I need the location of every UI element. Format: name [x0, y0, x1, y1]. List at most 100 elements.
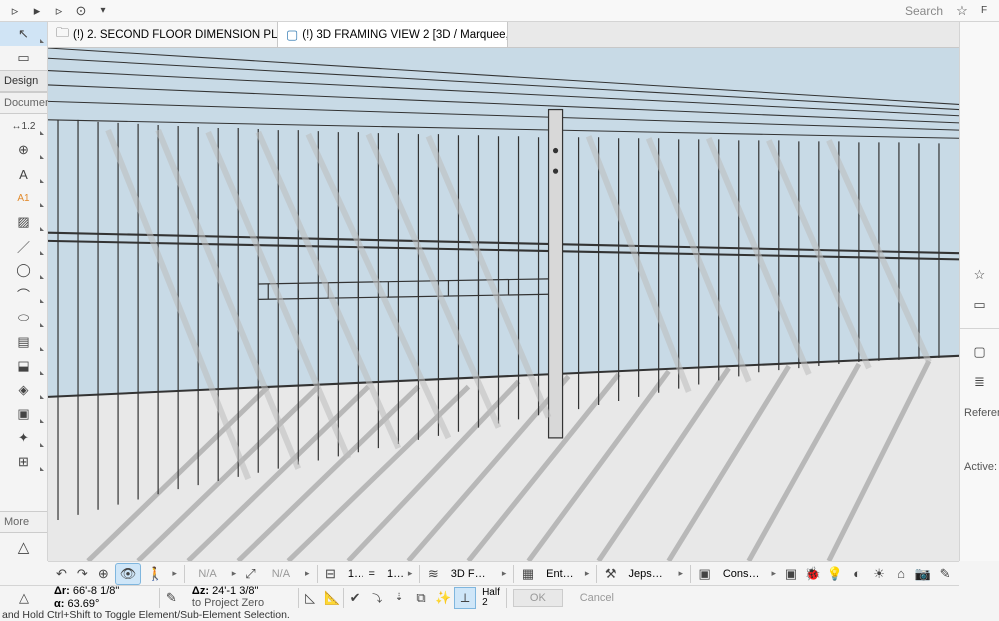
pencil-icon[interactable]: ✎	[160, 586, 186, 609]
marquee-tool[interactable]: ▭	[0, 46, 47, 70]
walk-icon[interactable]: 🚶	[143, 563, 167, 585]
level-tool[interactable]: ⊕	[0, 138, 47, 162]
chevron-right-icon[interactable]: ▸	[768, 568, 779, 579]
chevron-right-icon[interactable]: ▸	[169, 568, 180, 579]
tab-more[interactable]: More	[0, 511, 47, 533]
layers-combo-icon[interactable]: ≋	[424, 563, 443, 585]
guide-icon[interactable]: ◺	[299, 587, 321, 609]
line-tool[interactable]: ／	[0, 234, 47, 258]
a-label: α:	[54, 598, 64, 610]
magnet-icon[interactable]: ⊙	[71, 2, 91, 20]
snap-icon[interactable]: ⟂	[454, 587, 476, 609]
gravity-icon[interactable]: ⇣	[388, 587, 410, 609]
detail-tool[interactable]: ▣	[0, 402, 47, 426]
circle-tool[interactable]: ◯	[0, 258, 47, 282]
right-panel: ☆ ▭ ▢ ≣ References Active:	[959, 22, 999, 561]
half-label: Half	[482, 588, 500, 598]
redo-icon[interactable]: ↷	[73, 563, 92, 585]
trace-icon[interactable]: ▣	[781, 564, 801, 584]
dr-label: Δr:	[54, 585, 70, 597]
light-icon[interactable]: 💡	[825, 564, 845, 584]
tab-design[interactable]: Design	[0, 70, 47, 92]
grid-tool[interactable]: ⊞	[0, 450, 47, 474]
renovation-icon[interactable]: ⚒	[601, 563, 621, 585]
chevron-right-icon[interactable]: ▸	[302, 568, 313, 579]
coord-dz-group: Δz: to Project Zero	[186, 586, 298, 609]
arc-tool[interactable]: ⌒	[0, 282, 47, 306]
scale-right[interactable]: 1'-0"	[381, 568, 403, 580]
crop-icon[interactable]: ⧉	[410, 587, 432, 609]
drawing-field[interactable]: Construction D…	[717, 568, 767, 580]
dr-input[interactable]	[73, 585, 153, 597]
viewport-3d[interactable]	[48, 48, 959, 561]
section-tool[interactable]: ⬓	[0, 354, 47, 378]
camera-icon[interactable]: 📷	[913, 564, 933, 584]
view3d-icon: ▢	[286, 27, 298, 43]
favorite-icon[interactable]: ☆	[966, 264, 994, 286]
page-icon[interactable]: ▭	[966, 294, 994, 316]
chevron-right-icon[interactable]: ▸	[582, 568, 593, 579]
favorites-icon[interactable]: ☆	[952, 2, 972, 20]
measure-icon[interactable]: 📐	[321, 587, 343, 609]
a-input[interactable]	[68, 598, 148, 610]
toolbox: ↖ ▭ Design Document ↔1.2 ⊕ A A1 ▨ ／ ◯ ⌒ …	[0, 22, 48, 561]
undo-icon[interactable]: ↶	[52, 563, 71, 585]
view-name-field[interactable]: 3D FRAMING V…	[445, 568, 497, 580]
label-tool[interactable]: A1	[0, 186, 47, 210]
chevron-right-icon[interactable]: ▸	[499, 568, 510, 579]
renovation-filter-field[interactable]: Jepson Design …	[623, 568, 674, 580]
cancel-button[interactable]: Cancel	[569, 589, 625, 607]
na-field-1: N/A	[188, 568, 226, 580]
home-nav-icon[interactable]: ⌂	[891, 564, 911, 584]
document-tabs: 🗀 (!) 2. SECOND FLOOR DIMENSION PLAN [2.…	[48, 22, 959, 48]
split-down-icon[interactable]: ⤵	[366, 587, 388, 609]
drawing-tool[interactable]: ▤	[0, 330, 47, 354]
coordinate-bar: △ Δr: α: ✎ Δz: to Project Zero ◺ 📐 ✔ ⤵ ⇣…	[0, 585, 959, 609]
magic-wand-icon[interactable]: ✨	[432, 587, 454, 609]
tab-3d-view[interactable]: ▢ (!) 3D FRAMING VIEW 2 [3D / Marquee, A…	[278, 22, 508, 47]
check-icon[interactable]: ✔	[344, 587, 366, 609]
dz-input[interactable]	[212, 585, 292, 597]
status-bar: and Hold Ctrl+Shift to Toggle Element/Su…	[0, 609, 999, 621]
scale-icon[interactable]: ⊟	[321, 563, 340, 585]
pick-tool-2[interactable]: ▸	[27, 2, 47, 20]
half-value: 2	[482, 598, 500, 608]
sun-icon[interactable]: ☀	[869, 564, 889, 584]
tab-floorplan[interactable]: 🗀 (!) 2. SECOND FLOOR DIMENSION PLAN [2.…	[48, 22, 278, 47]
chevron-right-icon[interactable]: ▸	[405, 568, 416, 579]
references-label: References	[960, 407, 999, 419]
pick-tool-1[interactable]: ▹	[5, 2, 25, 20]
find-icon[interactable]: F	[974, 2, 994, 20]
na-field-2: N/A	[262, 568, 300, 580]
bug-icon[interactable]: 🐞	[803, 564, 823, 584]
pick-tool-3[interactable]: ▹	[49, 2, 69, 20]
arrow-tool[interactable]: ↖	[0, 22, 47, 46]
scale-equals: =	[365, 568, 379, 580]
model-scope-field[interactable]: Entire Model	[540, 568, 580, 580]
zoom-icon[interactable]: ⊕	[94, 563, 113, 585]
orbit-icon[interactable]: 👁	[115, 563, 142, 585]
ok-button[interactable]: OK	[513, 589, 563, 607]
drawing-scale-icon[interactable]: ▣	[695, 563, 715, 585]
select-rect-icon[interactable]: ▢	[966, 341, 994, 363]
polyline-tool[interactable]: ⬭	[0, 306, 47, 330]
chevron-right-icon[interactable]: ▸	[676, 568, 687, 579]
change-tool[interactable]: ✦	[0, 426, 47, 450]
chevron-right-icon[interactable]: ▸	[229, 568, 240, 579]
delta-mode-icon[interactable]: △	[19, 590, 29, 606]
dz-reference: to Project Zero	[192, 598, 292, 610]
dimension-tool[interactable]: ↔1.2	[0, 114, 47, 138]
tab-document[interactable]: Document	[0, 92, 47, 114]
coord-mode-icon[interactable]: △	[0, 533, 47, 561]
text-tool[interactable]: A	[0, 162, 47, 186]
quick-toolbar: ▹ ▸ ▹ ⊙ ▾ Search ☆ F	[0, 0, 999, 22]
layers-icon[interactable]: ≣	[966, 371, 994, 393]
dropdown-arrow-icon[interactable]: ▾	[93, 2, 113, 20]
shadow-icon[interactable]: ◐	[847, 564, 867, 584]
zoom-extent-icon[interactable]: ⤢	[241, 563, 259, 585]
elevation-tool[interactable]: ◈	[0, 378, 47, 402]
model-scope-icon[interactable]: ▦	[518, 563, 538, 585]
fill-tool[interactable]: ▨	[0, 210, 47, 234]
edit3d-icon[interactable]: ✎	[935, 564, 955, 584]
scale-left[interactable]: 1/4"	[342, 568, 363, 580]
